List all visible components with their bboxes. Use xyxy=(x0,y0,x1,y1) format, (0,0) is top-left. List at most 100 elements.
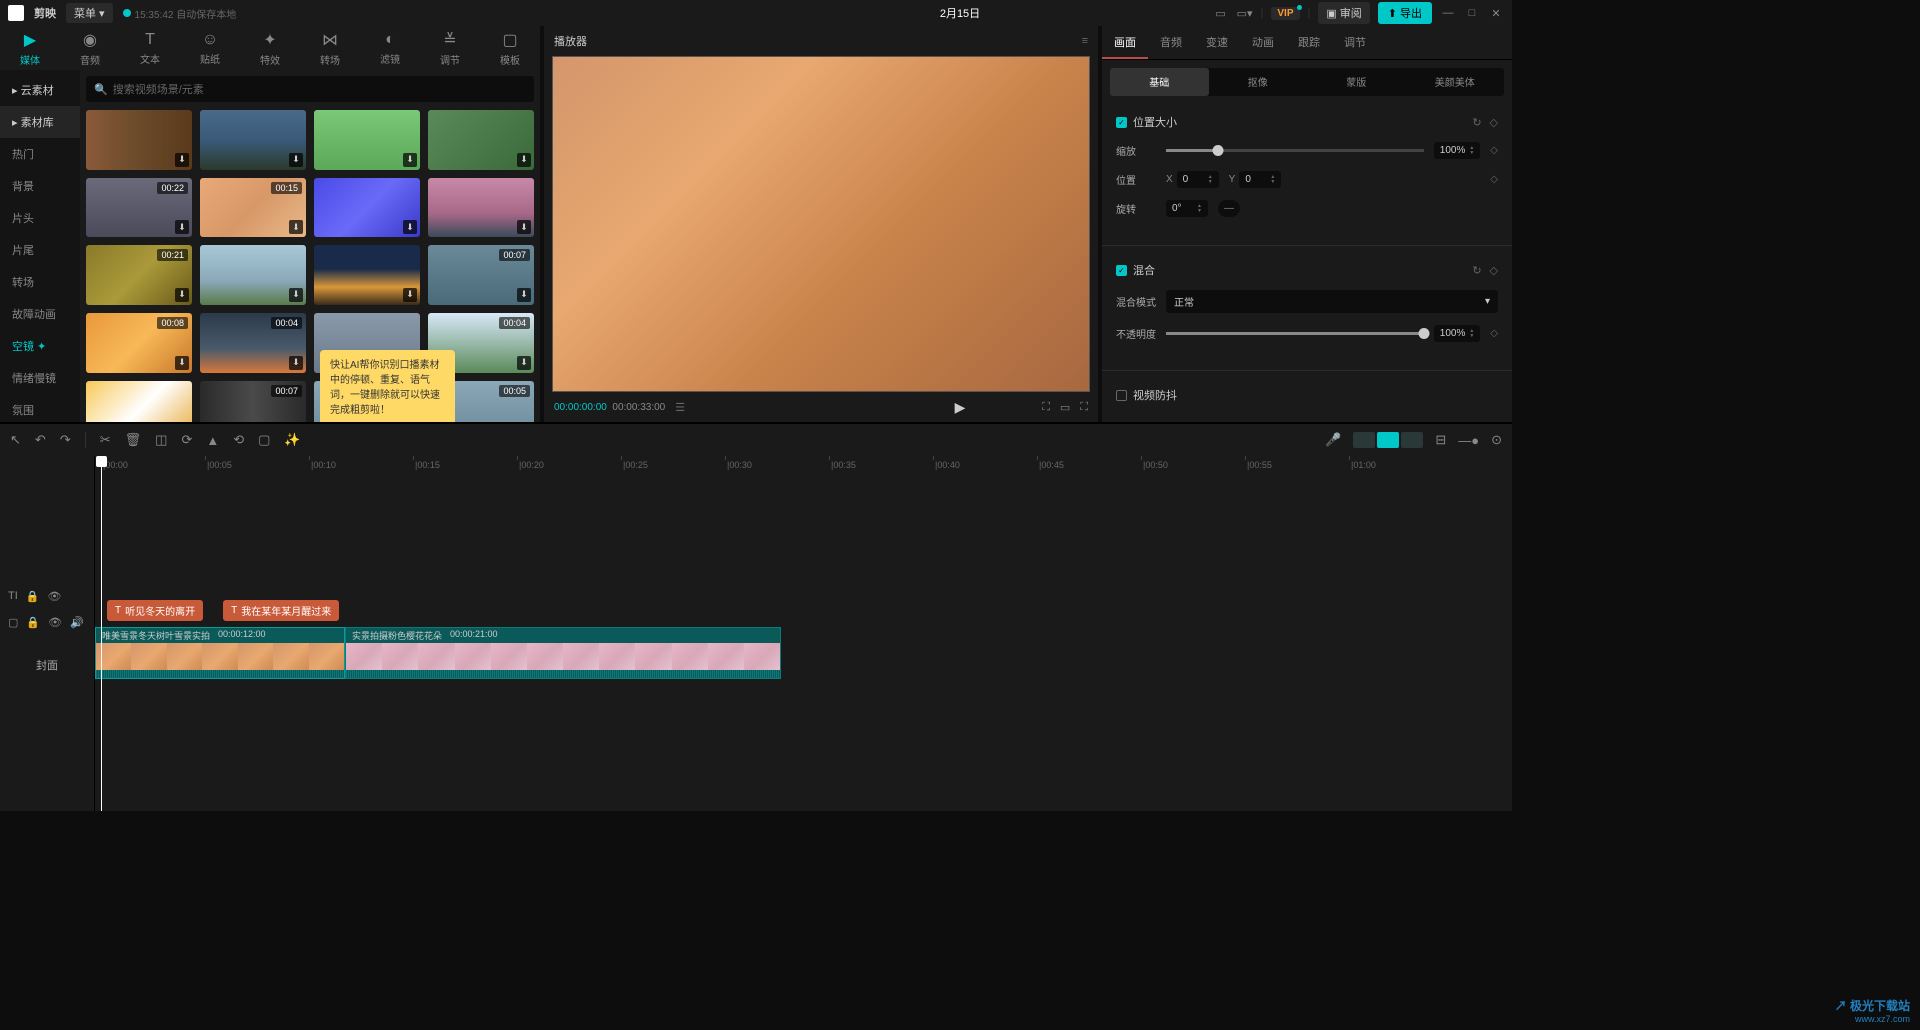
text-clip[interactable]: T听见冬天的离开 xyxy=(107,600,203,621)
blend-checkbox[interactable]: ✓ xyxy=(1116,265,1127,276)
crop2-tool[interactable]: ▢ xyxy=(258,432,270,448)
list-icon[interactable]: ☰ xyxy=(675,401,685,414)
cover-button[interactable]: 封面 xyxy=(0,640,94,690)
player-viewport[interactable] xyxy=(552,56,1090,392)
download-icon[interactable]: ⬇ xyxy=(289,220,303,234)
keyframe-icon[interactable]: ◇ xyxy=(1490,145,1498,156)
magnet-icon[interactable]: ⊟ xyxy=(1435,432,1446,448)
material-thumbnail[interactable]: ⬇ xyxy=(314,178,420,238)
material-thumbnail[interactable]: ⬇ xyxy=(428,110,534,170)
mirror-tool[interactable]: ▲ xyxy=(206,433,219,448)
lock-icon[interactable]: 🔒 xyxy=(26,590,40,603)
download-icon[interactable]: ⬇ xyxy=(403,153,417,167)
category-item[interactable]: 空镜 ✦ xyxy=(0,330,80,362)
material-thumbnail[interactable]: ⬇ xyxy=(428,178,534,238)
download-icon[interactable]: ⬇ xyxy=(289,153,303,167)
material-thumbnail[interactable]: ⬇ xyxy=(314,245,420,305)
keyframe-icon[interactable]: ◇ xyxy=(1490,328,1498,339)
reset-icon[interactable]: ↻ xyxy=(1472,264,1481,277)
reset-icon[interactable]: ↻ xyxy=(1472,116,1481,129)
download-icon[interactable]: ⬇ xyxy=(517,288,531,302)
material-thumbnail[interactable]: ⬇ xyxy=(86,381,192,423)
download-icon[interactable]: ⬇ xyxy=(289,356,303,370)
menu-button[interactable]: 菜单▾ xyxy=(66,3,113,23)
property-tab[interactable]: 音频 xyxy=(1148,26,1194,59)
ai-tool[interactable]: ✨ xyxy=(284,432,300,448)
property-subtab[interactable]: 基础 xyxy=(1110,68,1209,96)
material-thumbnail[interactable]: 00:21⬇ xyxy=(86,245,192,305)
category-library[interactable]: ▸ 素材库 xyxy=(0,106,80,138)
keyframe-icon[interactable]: ◇ xyxy=(1490,174,1498,185)
material-thumbnail[interactable]: 00:04⬇ xyxy=(200,313,306,373)
timeline-tracks[interactable]: |00:00|00:05|00:10|00:15|00:20|00:25|00:… xyxy=(95,456,1512,811)
tab-sticker[interactable]: ☺贴纸 xyxy=(180,26,240,70)
preview-icon[interactable]: —● xyxy=(1458,433,1479,448)
material-thumbnail[interactable]: 00:22⬇ xyxy=(86,178,192,238)
eye-icon[interactable]: 👁 xyxy=(48,616,62,629)
mute-icon[interactable]: 🔊 xyxy=(70,616,84,629)
property-subtab[interactable]: 美颜美体 xyxy=(1406,68,1505,96)
download-icon[interactable]: ⬇ xyxy=(517,153,531,167)
category-item[interactable]: 故障动画 xyxy=(0,298,80,330)
rotate-tool[interactable]: ⟲ xyxy=(233,432,244,448)
close-button[interactable]: ✕ xyxy=(1488,5,1504,21)
ratio-icon[interactable]: ▭ xyxy=(1060,401,1070,414)
category-item[interactable]: 转场 xyxy=(0,266,80,298)
undo-button[interactable]: ↶ xyxy=(35,432,46,448)
layout-icon[interactable]: ▭ xyxy=(1213,5,1229,21)
zoom-slider-icon[interactable]: ⊙ xyxy=(1491,432,1502,448)
tab-filter[interactable]: ◐滤镜 xyxy=(360,26,420,70)
tab-audio[interactable]: ◉音频 xyxy=(60,26,120,70)
split-tool[interactable]: ✂ xyxy=(100,432,111,448)
export-button[interactable]: ⬆导出 xyxy=(1378,2,1432,24)
video-clip[interactable]: 唯美雪景冬天树叶雪景实拍00:00:12:00 xyxy=(95,627,345,679)
delete-tool[interactable]: 🗑 xyxy=(125,432,142,448)
select-tool[interactable]: ↖ xyxy=(10,432,21,448)
category-item[interactable]: 背景 xyxy=(0,170,80,202)
crop-tool[interactable]: ◫ xyxy=(155,432,167,448)
material-thumbnail[interactable]: ⬇ xyxy=(314,110,420,170)
download-icon[interactable]: ⬇ xyxy=(175,356,189,370)
material-thumbnail[interactable]: ⬇ xyxy=(200,110,306,170)
property-subtab[interactable]: 蒙版 xyxy=(1307,68,1406,96)
position-size-checkbox[interactable]: ✓ xyxy=(1116,117,1127,128)
download-icon[interactable]: ⬇ xyxy=(175,153,189,167)
tab-media[interactable]: ▶媒体 xyxy=(0,26,60,70)
rotation-input[interactable]: 0°▲▼ xyxy=(1166,200,1208,217)
tab-template[interactable]: ▢模板 xyxy=(480,26,540,70)
keyframe-icon[interactable]: ◇ xyxy=(1490,116,1498,129)
material-thumbnail[interactable]: ⬇ xyxy=(200,245,306,305)
text-clip[interactable]: T我在某年某月醒过来 xyxy=(223,600,339,621)
playhead[interactable] xyxy=(101,456,102,811)
vip-badge[interactable]: VIP xyxy=(1271,7,1299,20)
scale-value[interactable]: 100%▲▼ xyxy=(1434,142,1481,159)
crop-icon[interactable]: ⛶ xyxy=(1042,401,1050,414)
maximize-button[interactable]: □ xyxy=(1464,5,1480,21)
redo-button[interactable]: ↷ xyxy=(60,432,71,448)
speed-tool[interactable]: ⟳ xyxy=(181,432,192,448)
player-menu-icon[interactable]: ≡ xyxy=(1082,35,1088,47)
opacity-slider[interactable] xyxy=(1166,332,1424,335)
rotation-dial-icon[interactable]: — xyxy=(1218,200,1240,217)
scale-slider[interactable] xyxy=(1166,149,1424,152)
material-thumbnail[interactable]: 00:07⬇ xyxy=(428,245,534,305)
category-item[interactable]: 氛围 xyxy=(0,394,80,422)
download-icon[interactable]: ⬇ xyxy=(403,288,417,302)
position-x-input[interactable]: 0▲▼ xyxy=(1177,171,1219,188)
category-item[interactable]: 情绪慢镜 xyxy=(0,362,80,394)
blend-mode-select[interactable]: 正常▾ xyxy=(1166,290,1498,313)
stabilize-checkbox[interactable] xyxy=(1116,390,1127,401)
property-tab[interactable]: 跟踪 xyxy=(1286,26,1332,59)
zoom-mode-2[interactable] xyxy=(1377,432,1399,448)
material-thumbnail[interactable]: ⬇ xyxy=(86,110,192,170)
property-tab[interactable]: 调节 xyxy=(1332,26,1378,59)
download-icon[interactable]: ⬇ xyxy=(175,288,189,302)
layout-dropdown-icon[interactable]: ▭▾ xyxy=(1237,5,1253,21)
search-input[interactable]: 🔍搜索视频场景/元素 xyxy=(86,76,534,102)
video-clip[interactable]: 实景拍摄粉色樱花花朵00:00:21:00 xyxy=(345,627,781,679)
material-thumbnail[interactable]: 00:08⬇ xyxy=(86,313,192,373)
mic-icon[interactable]: 🎤 xyxy=(1325,432,1341,448)
time-ruler[interactable]: |00:00|00:05|00:10|00:15|00:20|00:25|00:… xyxy=(95,456,1512,476)
opacity-value[interactable]: 100%▲▼ xyxy=(1434,325,1481,342)
category-item[interactable]: 片尾 xyxy=(0,234,80,266)
